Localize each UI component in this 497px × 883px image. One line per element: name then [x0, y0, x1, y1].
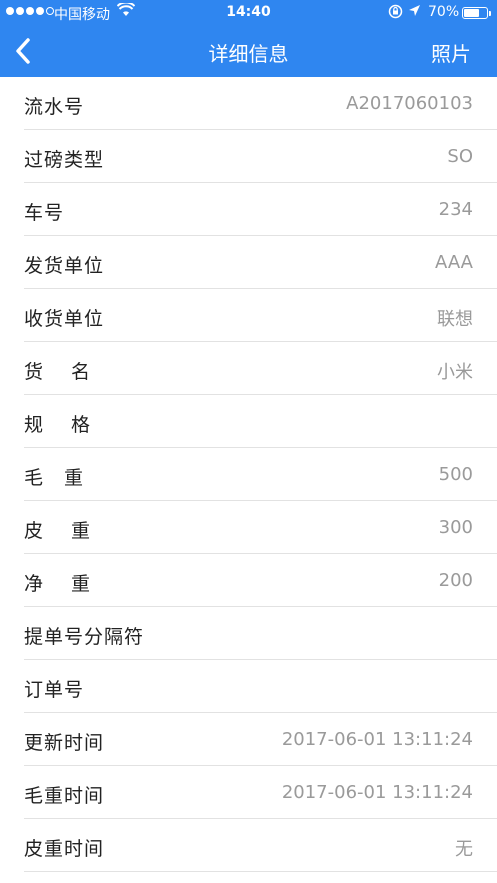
detail-row: 流水号 A2017060103: [24, 77, 497, 130]
battery-icon: [462, 7, 491, 19]
detail-row: 毛 重 500: [24, 448, 497, 501]
detail-row-value: 200: [438, 570, 473, 591]
detail-row-value: 500: [438, 464, 473, 485]
detail-row-label: 皮重时间: [24, 838, 105, 860]
detail-row-value: 300: [438, 517, 473, 538]
detail-row: 皮重时间 无: [24, 819, 497, 872]
detail-row: 规 格: [24, 395, 497, 448]
detail-row-label: 订单号: [24, 679, 85, 701]
detail-row-label: 发货单位: [24, 255, 105, 277]
photo-button[interactable]: 照片: [431, 38, 471, 67]
detail-row-value: 2017-06-01 13:11:24: [281, 782, 473, 803]
detail-row-label: 提单号分隔符: [24, 626, 145, 648]
detail-row-label: 车号: [24, 202, 65, 224]
page-title: 详细信息: [208, 42, 289, 66]
detail-row-label: 过磅类型: [24, 149, 105, 171]
detail-row-value: 无: [455, 839, 473, 860]
detail-row-value: 联想: [437, 309, 473, 330]
detail-row-label: 皮 重: [24, 520, 92, 542]
detail-row: 订单号: [24, 660, 497, 713]
detail-row: 皮 重 300: [24, 501, 497, 554]
detail-row-label: 货 名: [24, 361, 92, 383]
detail-row: 过磅类型 SO: [24, 130, 497, 183]
detail-row-label: 收货单位: [24, 308, 105, 330]
detail-row-label: 毛 重: [24, 467, 85, 489]
detail-row-label: 毛重时间: [24, 785, 105, 807]
detail-row: 车号 234: [24, 183, 497, 236]
detail-row-value: 2017-06-01 13:11:24: [281, 729, 473, 750]
rotation-lock-icon: [388, 4, 403, 23]
detail-row: 货 名 小米: [24, 342, 497, 395]
location-arrow-icon: [408, 4, 421, 21]
status-bar: 中国移动 14:40 70%: [0, 0, 497, 26]
detail-row: 收货单位 联想: [24, 289, 497, 342]
detail-row: 更新时间 2017-06-01 13:11:24: [24, 713, 497, 766]
detail-list: 流水号 A2017060103 过磅类型 SO 车号 234 发货单位 AAA 收货单位 联想货 …: [0, 77, 497, 872]
detail-row-label: 更新时间: [24, 732, 105, 754]
detail-row-value: AAA: [435, 252, 473, 273]
detail-row-label: 流水号: [24, 96, 85, 118]
detail-row-value: 234: [438, 199, 473, 220]
detail-row: 发货单位 AAA: [24, 236, 497, 289]
detail-row-value: SO: [447, 146, 473, 167]
detail-row: 净 重 200: [24, 554, 497, 607]
app-header: 中国移动 14:40 70% 详细信息 照片: [0, 0, 497, 77]
detail-row-value: A2017060103: [346, 93, 473, 114]
nav-bar: 详细信息 照片: [0, 26, 497, 77]
detail-row: 提单号分隔符: [24, 607, 497, 660]
detail-row: 毛重时间 2017-06-01 13:11:24: [24, 766, 497, 819]
detail-row-label: 净 重: [24, 573, 92, 595]
battery-percent: 70%: [428, 4, 460, 20]
status-time: 14:40: [226, 4, 271, 20]
detail-row-label: 规 格: [24, 414, 92, 436]
detail-row-value: 小米: [437, 362, 473, 383]
